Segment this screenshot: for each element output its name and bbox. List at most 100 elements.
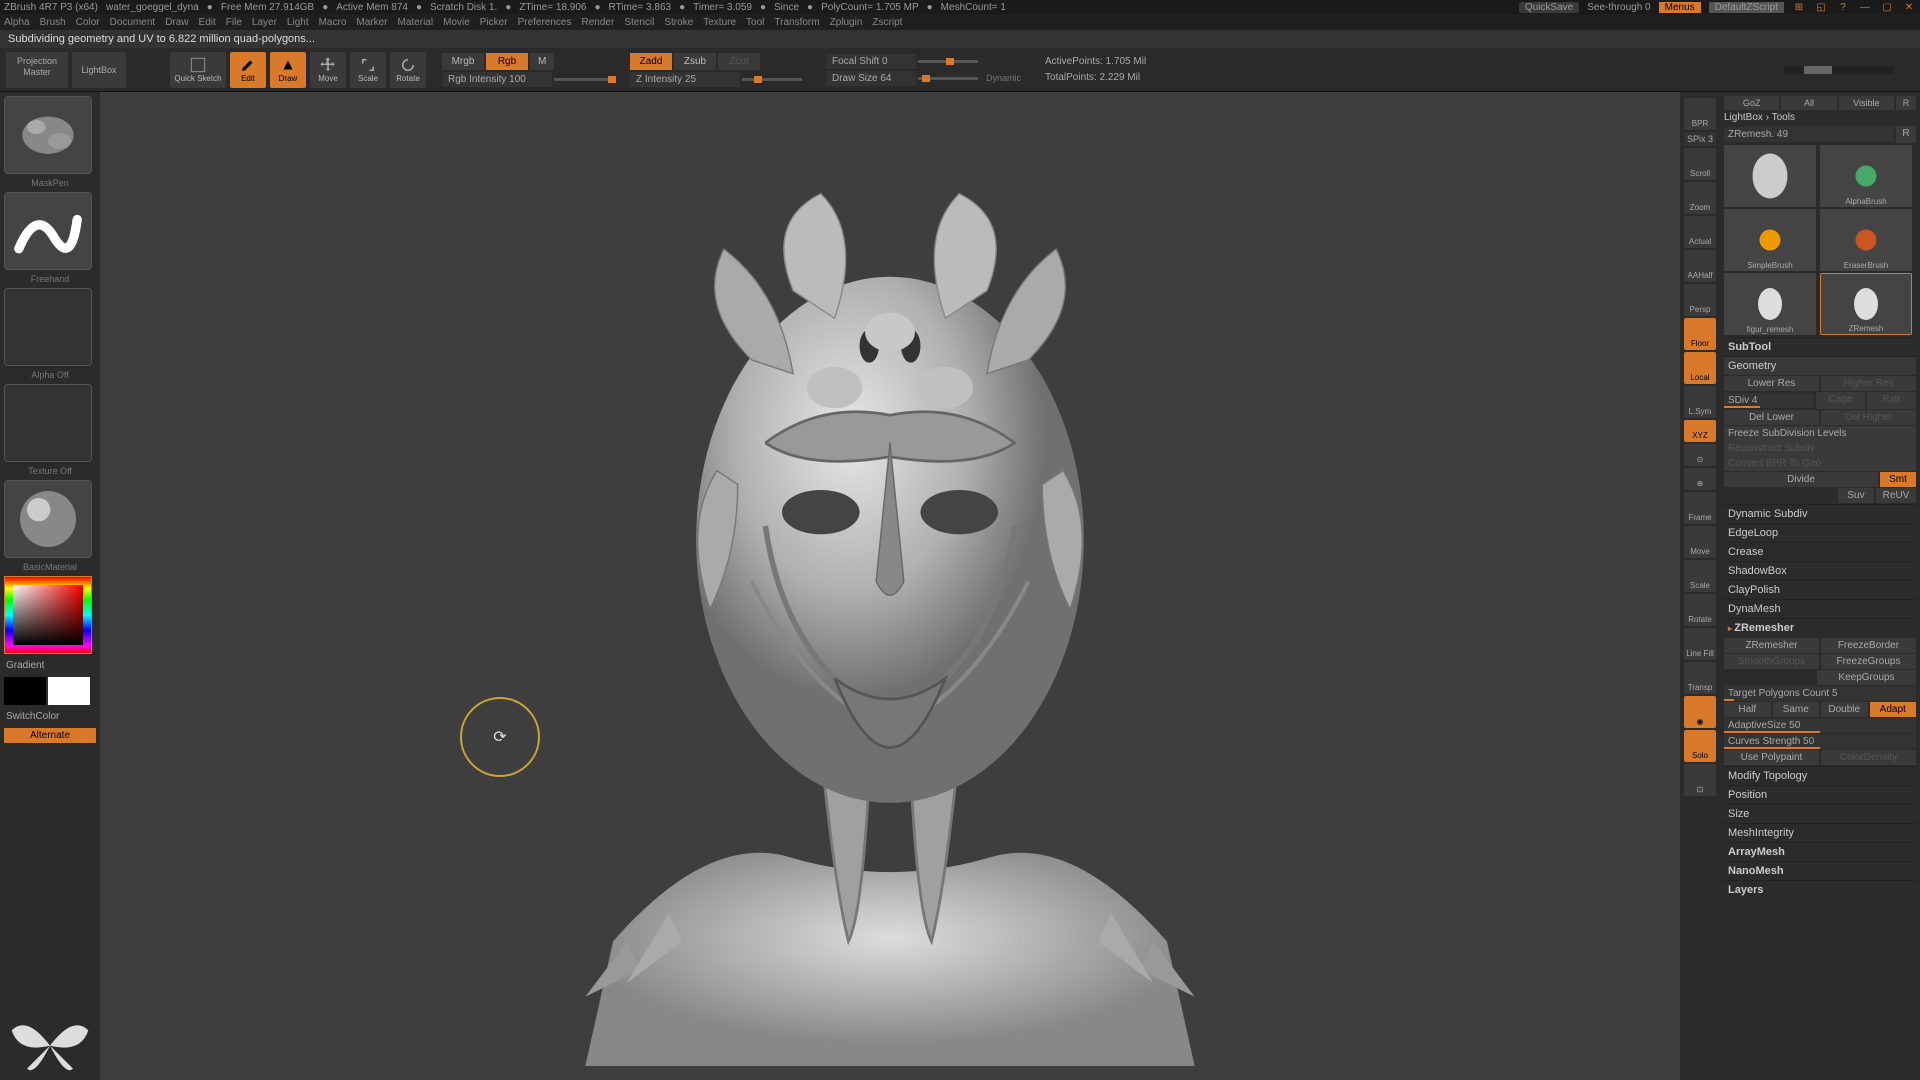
shadowbox-section[interactable]: ShadowBox (1724, 561, 1916, 580)
cage-button[interactable]: Cage (1816, 392, 1865, 409)
menu-item[interactable]: Zscript (872, 17, 902, 28)
curves-strength-slider[interactable]: Curves Strength 50 (1724, 734, 1916, 749)
minimize-button[interactable]: — (1858, 2, 1872, 13)
move-nav-button[interactable]: Move (1684, 526, 1716, 558)
subtool-section[interactable]: SubTool (1724, 337, 1916, 356)
sdiv-slider[interactable]: SDiv 4 (1724, 393, 1814, 408)
move-button[interactable]: Move (310, 52, 346, 88)
smoothgroups-button[interactable]: SmoothGroups (1724, 654, 1819, 669)
menu-item[interactable]: Stroke (664, 17, 693, 28)
switchcolor-button[interactable]: SwitchColor (4, 709, 96, 724)
smt-button[interactable]: Smt (1880, 472, 1916, 487)
higher-res-button[interactable]: Higher Res (1821, 376, 1916, 391)
menu-item[interactable]: Preferences (518, 17, 572, 28)
zcut-button[interactable]: Zcut (718, 53, 760, 70)
zsub-button[interactable]: Zsub (674, 53, 716, 70)
zremesh-slider[interactable]: ZRemesh. 49 (1724, 127, 1894, 142)
zscript-button[interactable]: DefaultZScript (1709, 2, 1784, 13)
rgb-intensity-slider[interactable]: Rgb Intensity 100 (442, 72, 552, 87)
del-lower-button[interactable]: Del Lower (1724, 410, 1819, 425)
canvas-viewport[interactable] (100, 92, 1680, 1080)
persp-button[interactable]: Persp (1684, 284, 1716, 316)
menu-item[interactable]: Render (582, 17, 615, 28)
xyz-button[interactable]: XYZ (1684, 420, 1716, 442)
half-button[interactable]: Half (1724, 702, 1771, 717)
tool-thumb[interactable]: figur_remesh (1724, 273, 1816, 335)
adaptivesize-slider[interactable]: AdaptiveSize 50 (1724, 718, 1916, 733)
lightbox-button[interactable]: LightBox (72, 52, 126, 88)
quicksketch-button[interactable]: Quick Sketch (170, 52, 226, 88)
maximize-button[interactable]: ▢ (1880, 2, 1894, 13)
geometry-section[interactable]: Geometry (1724, 356, 1916, 375)
divide-button[interactable]: Divide (1724, 472, 1878, 487)
freeze-subdiv-button[interactable]: Freeze SubDivision Levels (1724, 426, 1916, 441)
nanomesh-section[interactable]: NanoMesh (1724, 861, 1916, 880)
m-button[interactable]: M (530, 53, 554, 70)
primary-color-swatch[interactable] (48, 677, 90, 705)
seethrough[interactable]: See-through 0 (1587, 2, 1650, 13)
menu-item[interactable]: Transform (774, 17, 819, 28)
zadd-button[interactable]: Zadd (630, 53, 672, 70)
z-intensity-slider[interactable]: Z Intensity 25 (630, 72, 740, 87)
tool-thumb-active[interactable]: ZRemesh (1820, 273, 1912, 335)
edit-button[interactable]: Edit (230, 52, 266, 88)
aahalf-button[interactable]: AAHalf (1684, 250, 1716, 282)
menu-item[interactable]: Layer (252, 17, 277, 28)
goz-button[interactable]: GoZ (1724, 96, 1779, 110)
bpr-button[interactable]: BPR (1684, 98, 1716, 130)
position-section[interactable]: Position (1724, 785, 1916, 804)
solo-button[interactable]: Solo (1684, 730, 1716, 762)
double-button[interactable]: Double (1821, 702, 1868, 717)
menu-item[interactable]: Draw (165, 17, 188, 28)
same-button[interactable]: Same (1773, 702, 1820, 717)
menu-item[interactable]: Edit (199, 17, 216, 28)
scroll-button[interactable]: Scroll (1684, 148, 1716, 180)
menu-item[interactable]: Marker (356, 17, 387, 28)
floor-button[interactable]: Floor (1684, 318, 1716, 350)
menu-item[interactable]: Texture (703, 17, 736, 28)
reuv-button[interactable]: ReUV (1876, 488, 1916, 503)
scale-nav-button[interactable]: Scale (1684, 560, 1716, 592)
breadcrumb[interactable]: LightBox › Tools (1724, 110, 1916, 125)
goz-r-button[interactable]: R (1896, 96, 1916, 110)
rotate-nav-button[interactable]: Rotate (1684, 594, 1716, 626)
scale-button[interactable]: Scale (350, 52, 386, 88)
menu-item[interactable]: File (226, 17, 242, 28)
dynamic-label[interactable]: Dynamic (986, 73, 1021, 83)
focal-shift-slider[interactable]: Focal Shift 0 (826, 54, 916, 69)
pin-button[interactable]: ⊞ (1792, 2, 1806, 13)
alpha-thumb[interactable] (4, 288, 92, 366)
menu-item[interactable]: Tool (746, 17, 764, 28)
texture-thumb[interactable] (4, 384, 92, 462)
nav-button-orange[interactable]: ◉ (1684, 696, 1716, 728)
menu-item[interactable]: Macro (319, 17, 347, 28)
dynamic-subdiv-section[interactable]: Dynamic Subdiv (1724, 504, 1916, 523)
use-polypaint-button[interactable]: Use Polypaint (1724, 750, 1819, 765)
linefill-button[interactable]: Line Fill (1684, 628, 1716, 660)
crease-section[interactable]: Crease (1724, 542, 1916, 561)
claypolish-section[interactable]: ClayPolish (1724, 580, 1916, 599)
menu-item[interactable]: Document (110, 17, 156, 28)
quicksave-button[interactable]: QuickSave (1519, 2, 1579, 13)
menus-button[interactable]: Menus (1659, 2, 1701, 13)
nav-button[interactable]: ⊕ (1684, 468, 1716, 490)
colordensity-button[interactable]: ColorDensity (1821, 750, 1916, 765)
size-section[interactable]: Size (1724, 804, 1916, 823)
freezeborder-button[interactable]: FreezeBorder (1821, 638, 1916, 653)
brush-thumb[interactable] (4, 96, 92, 174)
r-button[interactable]: R (1896, 126, 1916, 143)
local-button[interactable]: Local (1684, 352, 1716, 384)
arraymesh-section[interactable]: ArrayMesh (1724, 842, 1916, 861)
gradient-label[interactable]: Gradient (4, 658, 96, 673)
tool-thumb[interactable]: EraserBrush (1820, 209, 1912, 271)
tool-thumb[interactable]: AlphaBrush (1820, 145, 1912, 207)
lsym-button[interactable]: L.Sym (1684, 386, 1716, 418)
secondary-color-swatch[interactable] (4, 677, 46, 705)
meshintegrity-section[interactable]: MeshIntegrity (1724, 823, 1916, 842)
window-button[interactable]: ◱ (1814, 2, 1828, 13)
menu-item[interactable]: Movie (443, 17, 470, 28)
layers-section[interactable]: Layers (1724, 880, 1916, 899)
zremesher-button[interactable]: ZRemesher (1724, 638, 1819, 653)
menu-item[interactable]: Zplugin (830, 17, 863, 28)
menu-item[interactable]: Light (287, 17, 309, 28)
